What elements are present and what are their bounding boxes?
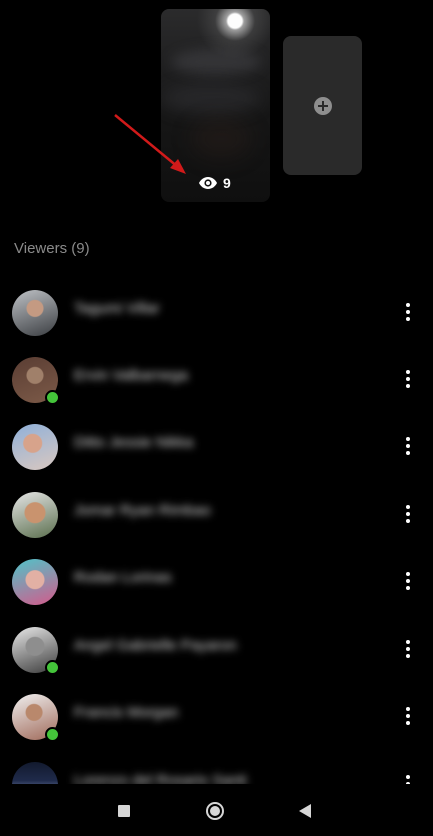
more-options-button[interactable] — [396, 770, 420, 784]
avatar[interactable] — [12, 559, 58, 605]
more-options-button[interactable] — [396, 298, 420, 326]
viewer-name[interactable]: Ditto Jessie Nikka — [74, 434, 193, 451]
online-status-dot — [45, 727, 60, 742]
story-thumbnail[interactable]: 9 — [161, 9, 270, 202]
viewer-row[interactable]: Jomar Ryan Rimbao — [0, 480, 433, 548]
story-strip: 9 — [0, 0, 433, 215]
avatar-wrap[interactable] — [12, 762, 58, 784]
more-options-button[interactable] — [396, 702, 420, 730]
plus-icon — [313, 96, 332, 115]
online-status-dot — [45, 390, 60, 405]
avatar[interactable] — [12, 762, 58, 784]
viewer-row[interactable]: Rodan Lorinas — [0, 547, 433, 615]
more-options-button[interactable] — [396, 432, 420, 460]
eye-icon — [199, 177, 217, 189]
story-view-count: 9 — [223, 175, 231, 191]
more-options-button[interactable] — [396, 635, 420, 663]
home-button[interactable] — [203, 799, 227, 823]
add-story-button[interactable] — [283, 36, 362, 175]
viewer-name[interactable]: Tagumi Villar — [74, 300, 160, 317]
viewer-name[interactable]: Rodan Lorinas — [74, 569, 172, 586]
viewer-row[interactable]: Ditto Jessie Nikka — [0, 412, 433, 480]
story-views-indicator[interactable]: 9 — [199, 173, 231, 193]
recents-button[interactable] — [112, 799, 136, 823]
triangle-back-icon — [299, 804, 311, 818]
glow-shape — [191, 119, 251, 159]
cloud-shape — [171, 49, 261, 75]
viewer-row[interactable]: Angel Gabrielle Payaron — [0, 615, 433, 683]
viewer-row[interactable]: Francis Morgan — [0, 682, 433, 750]
more-options-button[interactable] — [396, 500, 420, 528]
viewer-row[interactable]: Ervin Valbarnega — [0, 345, 433, 413]
system-navigation-bar — [0, 784, 433, 836]
back-button[interactable] — [293, 799, 317, 823]
avatar-wrap[interactable] — [12, 559, 58, 605]
avatar-wrap[interactable] — [12, 694, 60, 742]
avatar[interactable] — [12, 424, 58, 470]
avatar[interactable] — [12, 492, 58, 538]
viewers-header: Viewers (9) — [14, 240, 90, 257]
avatar-wrap[interactable] — [12, 424, 58, 470]
avatar-wrap[interactable] — [12, 627, 60, 675]
avatar[interactable] — [12, 290, 58, 336]
cloud-shape — [161, 84, 261, 114]
avatar-wrap[interactable] — [12, 357, 60, 405]
viewer-name[interactable]: Ervin Valbarnega — [74, 367, 188, 384]
avatar-wrap[interactable] — [12, 492, 58, 538]
viewer-list: Tagumi Villar Ervin Valbarnega Ditto Jes… — [0, 278, 433, 784]
viewer-row[interactable]: Tagumi Villar — [0, 278, 433, 346]
square-icon — [118, 805, 130, 817]
viewer-name[interactable]: Lorenzo del Rosario Santi — [74, 772, 247, 784]
viewer-name[interactable]: Jomar Ryan Rimbao — [74, 502, 211, 519]
more-options-button[interactable] — [396, 567, 420, 595]
viewer-name[interactable]: Angel Gabrielle Payaron — [74, 637, 237, 654]
online-status-dot — [45, 660, 60, 675]
viewer-row[interactable]: Lorenzo del Rosario Santi — [0, 750, 433, 784]
circle-icon — [206, 802, 224, 820]
more-options-button[interactable] — [396, 365, 420, 393]
viewer-name[interactable]: Francis Morgan — [74, 704, 178, 721]
avatar-wrap[interactable] — [12, 290, 58, 336]
